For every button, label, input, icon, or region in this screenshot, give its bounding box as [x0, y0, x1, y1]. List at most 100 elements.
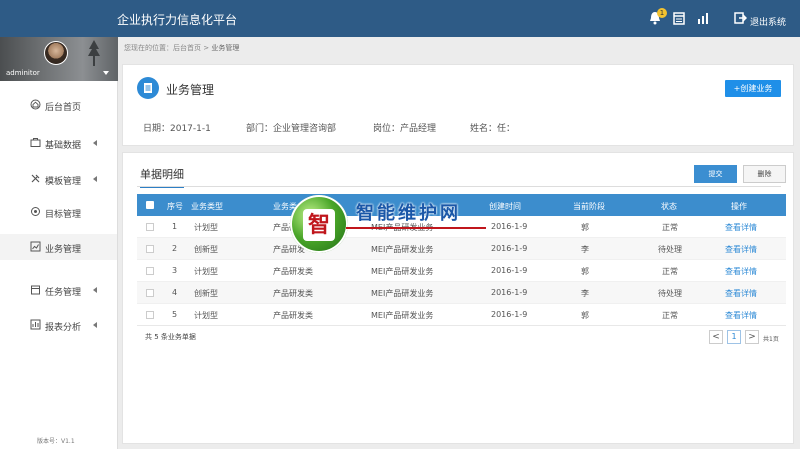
breadcrumb: 您现在的位置：后台首页 > 业务管理 [124, 43, 239, 53]
breadcrumb-prefix[interactable]: 您现在的位置：后台首页 [124, 44, 201, 52]
row-checkbox[interactable] [146, 267, 154, 275]
row-stage: 李 [581, 289, 589, 298]
app-title: 企业执行力信息化平台 [117, 13, 238, 27]
document-icon [137, 77, 159, 99]
view-details-link[interactable]: 查看详情 [725, 288, 757, 299]
chevron-left-icon [93, 322, 97, 328]
briefcase-icon [30, 138, 41, 147]
row-number: 1 [172, 222, 178, 231]
position-info: 岗位：产品经理 [373, 124, 437, 134]
user-profile[interactable]: adminitor [0, 37, 118, 81]
chevron-left-icon [93, 176, 97, 182]
calendar-icon [31, 285, 40, 295]
sidebar-item-task[interactable]: 任务管理 [0, 277, 117, 303]
column-header: 序号 [167, 202, 183, 211]
row-created: 2016-1-9 [491, 288, 528, 297]
sidebar-item-business[interactable]: 业务管理 [0, 234, 117, 260]
sidebar-item-label: 基础数据 [45, 141, 82, 151]
view-details-link[interactable]: 查看详情 [725, 310, 757, 321]
row-status: 待处理 [658, 289, 682, 298]
divider [137, 325, 786, 326]
row-type: 创新型 [194, 245, 218, 254]
table-row: 4 创新型 产品研发类 MEI产品研发业务 2016-1-9 李 待处理 查看详… [137, 282, 786, 304]
table-row: 5 计划型 产品研发类 MEI产品研发业务 2016-1-9 郭 正常 查看详情 [137, 304, 786, 326]
breadcrumb-current: 业务管理 [211, 44, 240, 52]
select-all-checkbox[interactable] [146, 201, 154, 209]
sidebar-item-report[interactable]: 报表分析 [0, 312, 117, 338]
logout-icon [734, 12, 747, 24]
row-type: 计划型 [194, 311, 218, 320]
caret-down-icon[interactable] [103, 71, 109, 75]
row-business-name: MEI产品研发业务 [371, 267, 434, 276]
row-number: 4 [172, 288, 178, 297]
chevron-left-icon [93, 140, 97, 146]
date-info: 日期：2017-1-1 [143, 124, 211, 134]
pie-icon [30, 319, 41, 330]
row-status: 正常 [662, 223, 678, 232]
target-icon [31, 207, 40, 216]
row-status: 正常 [662, 267, 678, 276]
tools-icon [31, 174, 40, 183]
watermark-line [346, 227, 486, 229]
view-details-link[interactable]: 查看详情 [725, 244, 757, 255]
tree-icon [88, 40, 100, 66]
row-created: 2016-1-9 [491, 310, 528, 319]
view-details-link[interactable]: 查看详情 [725, 222, 757, 233]
row-number: 5 [172, 310, 178, 319]
view-details-link[interactable]: 查看详情 [725, 266, 757, 277]
sidebar-item-label: 目标管理 [45, 210, 82, 220]
row-checkbox[interactable] [146, 245, 154, 253]
row-number: 2 [172, 244, 178, 253]
row-category: 产品研发类 [273, 311, 313, 320]
row-status: 待处理 [658, 245, 682, 254]
row-number: 3 [172, 266, 178, 275]
chevron-left-icon [93, 287, 97, 293]
create-business-button[interactable]: +创建业务 [725, 80, 781, 97]
row-business-name: MEI产品研发业务 [371, 311, 434, 320]
sidebar-item-home[interactable]: 后台首页 [0, 92, 117, 118]
user-name: adminitor [6, 69, 40, 77]
divider [137, 186, 781, 187]
row-stage: 李 [581, 245, 589, 254]
row-category: 产品研发类 [273, 289, 313, 298]
column-header: 操作 [731, 202, 747, 211]
column-header: 当前阶段 [573, 202, 605, 211]
column-header: 状态 [661, 202, 677, 211]
record-count: 共 5 条业务单据 [145, 333, 196, 341]
watermark-char: 智 [303, 209, 335, 241]
sidebar-item-label: 模板管理 [45, 177, 82, 187]
table-row: 3 计划型 产品研发类 MEI产品研发业务 2016-1-9 郭 正常 查看详情 [137, 260, 786, 282]
prev-page-button[interactable]: < [709, 330, 723, 344]
row-stage: 郭 [581, 223, 589, 232]
row-checkbox[interactable] [146, 289, 154, 297]
sidebar: adminitor 后台首页 基础数据 模板管理 目标管理 业务管理 任务管理 … [0, 37, 118, 449]
row-checkbox[interactable] [146, 311, 154, 319]
row-type: 创新型 [194, 289, 218, 298]
chart-icon [30, 241, 41, 252]
sidebar-item-basic-data[interactable]: 基础数据 [0, 130, 117, 156]
version-label: 版本号：V1.1 [37, 438, 75, 445]
column-header: 业务类型 [191, 202, 223, 211]
row-created: 2016-1-9 [491, 266, 528, 275]
name-info: 姓名：任： [470, 124, 516, 134]
row-category: 产品研发类 [273, 267, 313, 276]
page-number-button[interactable]: 1 [727, 330, 741, 344]
calendar-icon[interactable] [672, 10, 686, 26]
logout-label: 退出系统 [750, 18, 787, 28]
sidebar-item-target[interactable]: 目标管理 [0, 199, 117, 225]
row-checkbox[interactable] [146, 223, 154, 231]
next-page-button[interactable]: > [745, 330, 759, 344]
breadcrumb-separator: > [203, 44, 210, 52]
row-type: 计划型 [194, 267, 218, 276]
notification-badge: 1 [657, 8, 667, 18]
department-info: 部门：企业管理咨询部 [246, 124, 337, 134]
delete-button[interactable]: 删除 [743, 165, 786, 183]
sidebar-item-label: 后台首页 [45, 103, 82, 113]
submit-button[interactable]: 提交 [694, 165, 737, 183]
row-status: 正常 [662, 311, 678, 320]
avatar [44, 41, 68, 65]
bar-chart-icon[interactable] [696, 10, 710, 26]
header-panel: 业务管理 +创建业务 日期：2017-1-1 部门：企业管理咨询部 岗位：产品经… [122, 64, 794, 146]
home-icon [30, 99, 41, 110]
sidebar-item-template[interactable]: 模板管理 [0, 166, 117, 192]
